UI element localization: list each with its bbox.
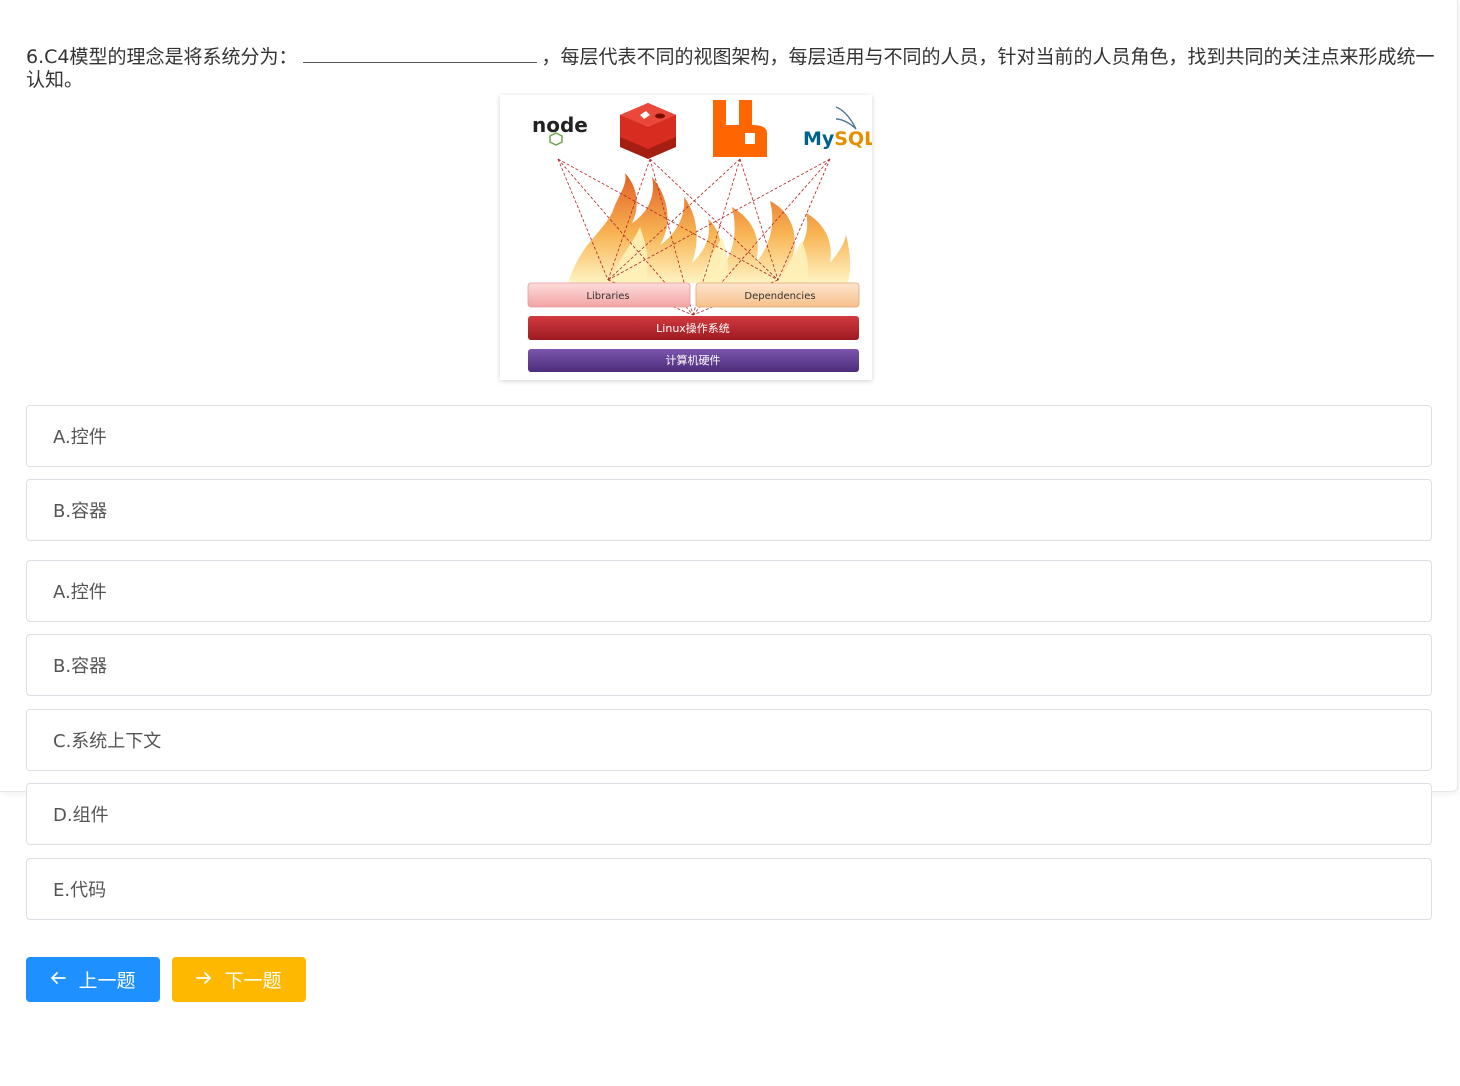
option-label: E.代码 xyxy=(53,880,107,901)
nodejs-logo: node xyxy=(532,113,588,146)
answer-blank xyxy=(303,44,538,63)
hardware-layer: 计算机硬件 xyxy=(528,349,859,372)
libraries-label: Libraries xyxy=(586,291,629,302)
os-label: Linux操作系统 xyxy=(656,321,730,335)
option-label: A.控件 xyxy=(53,582,107,603)
option-label: C.系统上下文 xyxy=(53,731,162,752)
option-label: B.容器 xyxy=(53,656,108,677)
node-logo-text: node xyxy=(532,113,588,137)
prev-question-button[interactable]: 上一题 xyxy=(26,957,160,1002)
flames-illustration xyxy=(568,173,851,283)
option-b[interactable]: B.容器 xyxy=(26,479,1432,541)
redis-logo xyxy=(620,103,676,159)
rabbitmq-logo xyxy=(713,100,767,157)
option-d[interactable]: D.组件 xyxy=(26,783,1432,845)
mysql-logo: MySQL xyxy=(803,106,872,150)
arrow-left-icon xyxy=(50,969,67,990)
question-text: 6.C4模型的理念是将系统分为： ，每层代表不同的视图架构，每层适用与不同的人员，… xyxy=(26,44,1436,92)
question-figure: node MySQL Libraries Dependencies Linux操… xyxy=(500,95,872,380)
option-label: D.组件 xyxy=(53,805,109,826)
libraries-layer: Libraries xyxy=(527,282,691,308)
figure-image: node MySQL Libraries Dependencies Linux操… xyxy=(527,100,872,372)
prev-question-label: 上一题 xyxy=(78,970,136,992)
os-layer: Linux操作系统 xyxy=(528,316,859,340)
option-a[interactable]: A.控件 xyxy=(26,560,1432,622)
option-b[interactable]: B.容器 xyxy=(26,634,1432,696)
option-e[interactable]: E.代码 xyxy=(26,858,1432,920)
question-prefix: 6.C4模型的理念是将系统分为： xyxy=(26,46,298,68)
option-c[interactable]: C.系统上下文 xyxy=(26,709,1432,771)
mysql-logo-text: MySQL xyxy=(803,128,872,150)
dependencies-layer: Dependencies xyxy=(695,282,860,308)
next-question-button[interactable]: 下一题 xyxy=(172,957,306,1002)
dependencies-label: Dependencies xyxy=(744,291,815,302)
option-a[interactable]: A.控件 xyxy=(26,405,1432,467)
option-label: B.容器 xyxy=(53,501,108,522)
option-label: A.控件 xyxy=(53,427,107,448)
arrow-right-icon xyxy=(196,969,212,990)
next-question-label: 下一题 xyxy=(224,970,282,992)
hardware-label: 计算机硬件 xyxy=(666,353,721,367)
